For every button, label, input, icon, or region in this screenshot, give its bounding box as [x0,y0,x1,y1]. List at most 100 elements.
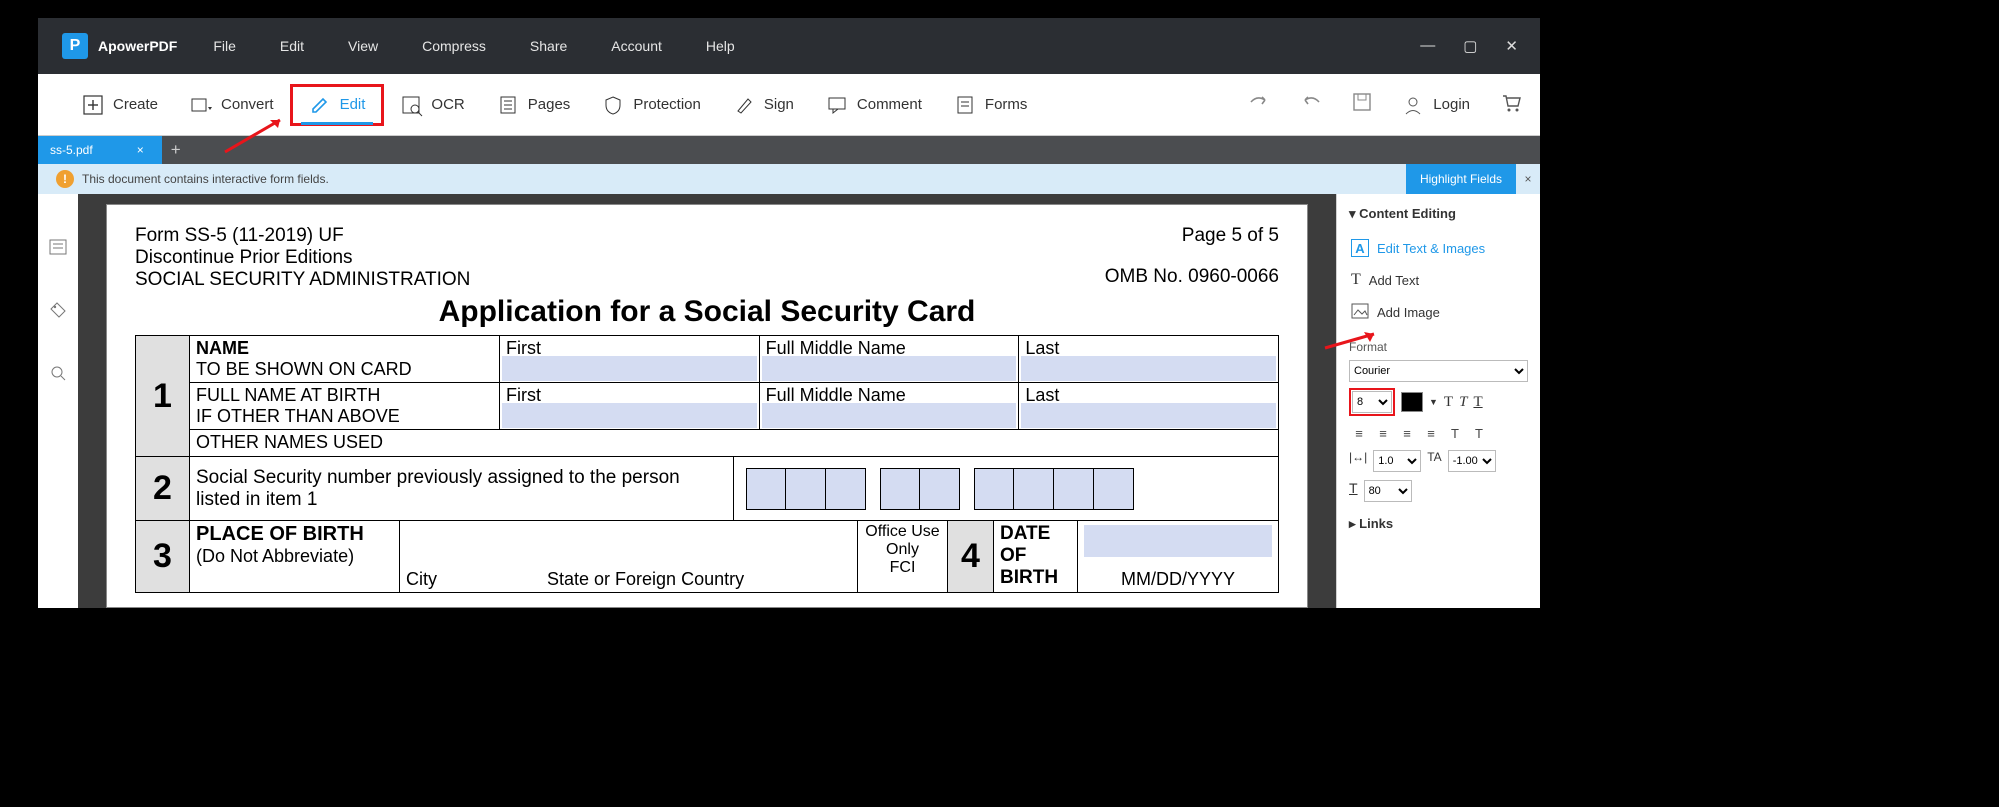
cart-icon[interactable] [1500,92,1522,117]
app-logo: P [62,33,88,59]
add-tab-icon[interactable]: + [162,136,190,164]
save-icon[interactable] [1352,92,1372,117]
banner-msg: This document contains interactive form … [82,172,329,186]
discontinue-text: Discontinue Prior Editions [135,247,470,269]
bold-button[interactable]: T [1444,394,1453,411]
tag-icon[interactable] [49,301,67,324]
ssn-box[interactable] [974,468,1014,510]
pdf-page: Form SS-5 (11-2019) UF Discontinue Prior… [106,204,1308,608]
banner-close-icon[interactable]: × [1516,172,1540,186]
forms-icon [954,94,976,116]
login-button[interactable]: Login [1402,84,1470,126]
middle-name-field[interactable] [762,356,1017,381]
menu-help[interactable]: Help [706,38,735,54]
letter-spacing-select[interactable]: -1.00 [1448,450,1496,472]
tool-forms[interactable]: Forms [938,84,1044,126]
ssn-box[interactable] [746,468,786,510]
undo-icon[interactable] [1300,93,1322,116]
tool-comment[interactable]: Comment [810,84,938,126]
admin-text: SOCIAL SECURITY ADMINISTRATION [135,269,470,291]
menu-edit[interactable]: Edit [280,38,304,54]
links-header[interactable]: ▸ Links [1349,516,1528,532]
highlight-fields-button[interactable]: Highlight Fields [1406,164,1516,194]
minimize-icon[interactable]: — [1420,37,1435,55]
document-area[interactable]: Form SS-5 (11-2019) UF Discontinue Prior… [78,194,1336,608]
align-right-icon[interactable]: ≡ [1397,424,1417,442]
omb-number: OMB No. 0960-0066 [1105,266,1279,288]
page-number: Page 5 of 5 [1105,225,1279,247]
close-icon[interactable]: ✕ [1505,37,1518,55]
tool-pages[interactable]: Pages [481,84,587,126]
tab-close-icon[interactable]: × [137,143,144,157]
ssn-box[interactable] [1094,468,1134,510]
last-name-field[interactable] [1021,356,1276,381]
convert-icon [190,94,212,116]
text-image-icon: A [1351,239,1369,257]
birth-middle-field[interactable] [762,403,1017,428]
menu-compress[interactable]: Compress [422,38,486,54]
form-number: Form SS-5 (11-2019) UF [135,225,470,247]
ssn-box[interactable] [1054,468,1094,510]
align-bottom-icon[interactable]: T [1469,424,1489,442]
birth-first-field[interactable] [502,403,757,428]
content-editing-header[interactable]: ▾ Content Editing [1349,206,1528,222]
align-left-icon[interactable]: ≡ [1349,424,1369,442]
app-name: ApowerPDF [98,38,177,54]
annotation-arrow [220,110,300,160]
menu-account[interactable]: Account [611,38,662,54]
section-4-number: 4 [948,521,994,592]
pen-icon [733,94,755,116]
ssn-box[interactable] [826,468,866,510]
menu-file[interactable]: File [213,38,236,54]
form-banner: ! This document contains interactive for… [38,164,1540,194]
edit-icon [309,94,331,116]
shield-icon [602,94,624,116]
document-tab[interactable]: ss-5.pdf× [38,136,162,164]
ssn-box[interactable] [880,468,920,510]
maximize-icon[interactable]: ▢ [1463,37,1477,55]
redo-icon[interactable] [1248,93,1270,116]
tool-protection[interactable]: Protection [586,84,717,126]
section-2-number: 2 [136,457,190,520]
add-image[interactable]: Add Image [1349,296,1528,328]
add-text[interactable]: TAdd Text [1349,264,1528,296]
font-size-select[interactable]: 8 [1352,391,1392,413]
ocr-icon [400,94,422,116]
color-dropdown-icon[interactable]: ▼ [1429,397,1438,407]
annotation-arrow [1320,326,1390,356]
image-icon [1351,303,1369,322]
align-top-icon[interactable]: T [1445,424,1465,442]
text-icon: T [1351,271,1361,289]
ssn-box[interactable] [786,468,826,510]
menu-view[interactable]: View [348,38,378,54]
title-bar: P ApowerPDF File Edit View Compress Shar… [38,18,1540,74]
dob-field[interactable] [1084,525,1272,557]
birth-last-field[interactable] [1021,403,1276,428]
plus-icon [82,94,104,116]
ssn-box[interactable] [1014,468,1054,510]
align-center-icon[interactable]: ≡ [1373,424,1393,442]
tool-create[interactable]: Create [66,84,174,126]
first-name-field[interactable] [502,356,757,381]
tool-sign[interactable]: Sign [717,84,810,126]
thumbnails-icon[interactable] [49,238,67,261]
font-select[interactable]: Courier [1349,360,1528,382]
pages-icon [497,94,519,116]
form-title: Application for a Social Security Card [135,295,1279,329]
edit-text-images[interactable]: AEdit Text & Images [1349,232,1528,264]
search-icon[interactable] [49,364,67,387]
user-icon [1402,94,1424,116]
ssn-box[interactable] [920,468,960,510]
section-3-number: 3 [136,521,190,592]
line-height-select[interactable]: 1.0 [1373,450,1421,472]
underline-button[interactable]: T [1473,394,1482,411]
tool-ocr[interactable]: OCR [384,84,480,126]
right-panel: ▾ Content Editing AEdit Text & Images TA… [1336,194,1540,608]
section-1-number: 1 [136,336,190,456]
menu-share[interactable]: Share [530,38,567,54]
align-justify-icon[interactable]: ≡ [1421,424,1441,442]
tool-edit[interactable]: Edit [290,84,385,126]
scale-select[interactable]: 80 [1364,480,1412,502]
color-picker[interactable] [1401,392,1423,412]
italic-button[interactable]: T [1459,394,1467,411]
